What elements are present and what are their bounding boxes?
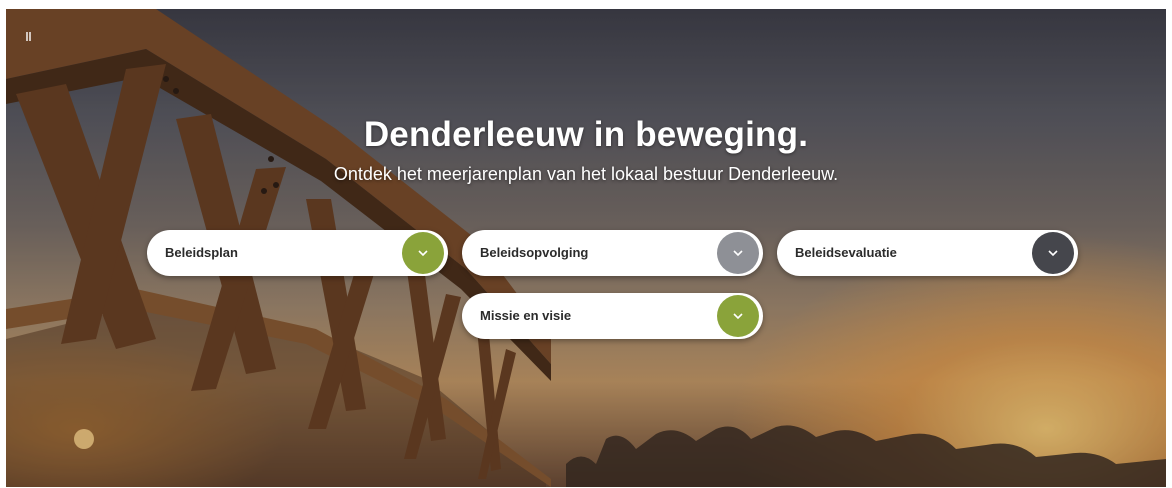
hero-banner: Denderleeuw in beweging. Ontdek het meer… — [6, 9, 1166, 487]
section-missie-en-visie-button[interactable]: Missie en visie — [462, 293, 763, 339]
chevron-down-icon[interactable] — [402, 232, 444, 274]
pause-icon[interactable] — [26, 32, 32, 41]
chevron-down-icon[interactable] — [717, 232, 759, 274]
section-label: Missie en visie — [480, 308, 572, 323]
page-subtitle: Ontdek het meerjarenplan van het lokaal … — [333, 164, 839, 184]
section-beleidsevaluatie-button[interactable]: Beleidsevaluatie — [777, 230, 1078, 276]
page-title: Denderleeuw in beweging. — [363, 115, 809, 154]
section-label: Beleidsplan — [165, 245, 238, 260]
section-label: Beleidsopvolging — [480, 245, 589, 260]
section-beleidsplan-button[interactable]: Beleidsplan — [147, 230, 448, 276]
section-beleidsopvolging-button[interactable]: Beleidsopvolging — [462, 230, 763, 276]
chevron-down-icon[interactable] — [717, 295, 759, 337]
chevron-down-icon[interactable] — [1032, 232, 1074, 274]
section-label: Beleidsevaluatie — [795, 245, 897, 260]
